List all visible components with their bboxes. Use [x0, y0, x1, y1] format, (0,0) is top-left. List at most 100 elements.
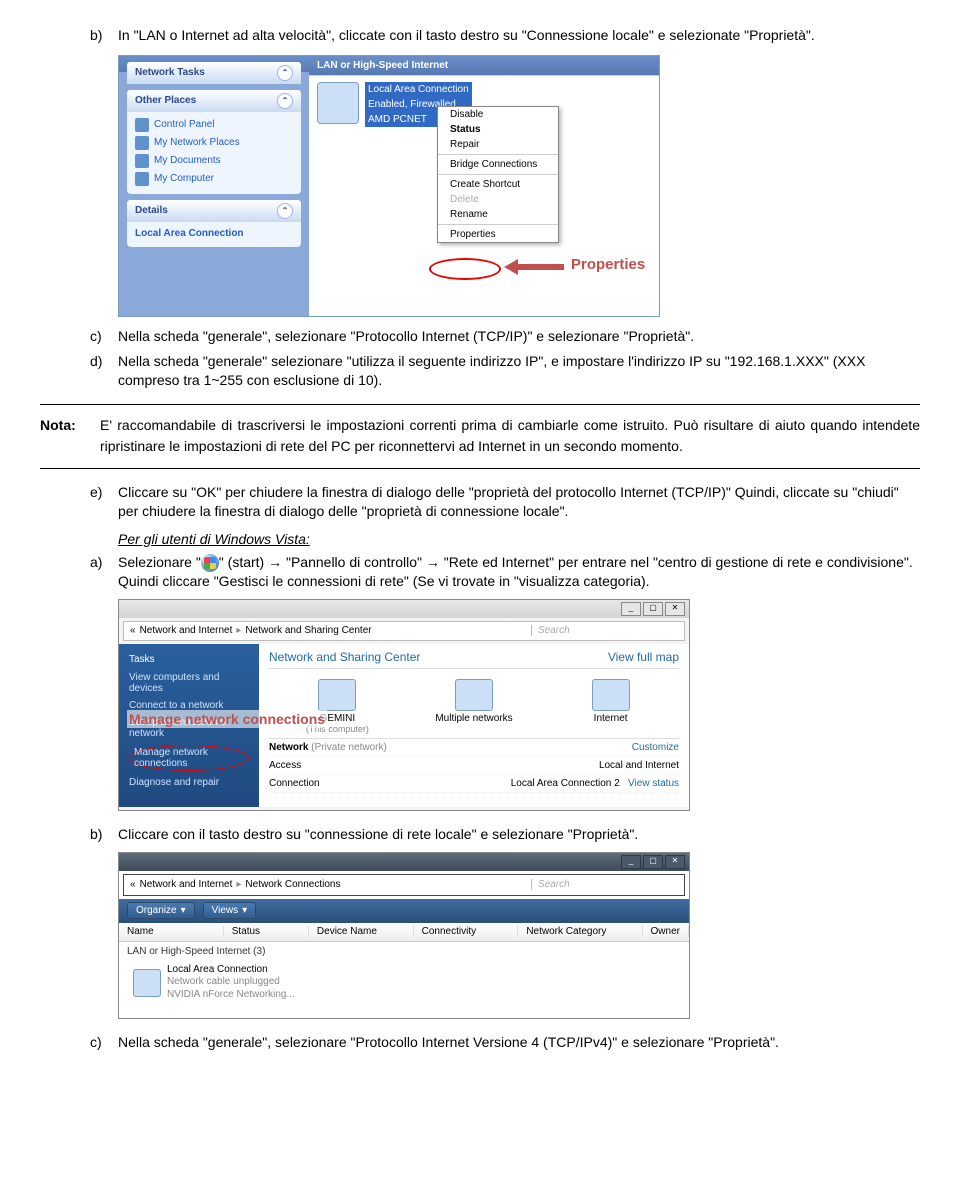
list-item-b: b) In "LAN o Internet ad alta velocità",… — [90, 26, 920, 45]
toolbar: Organize ▾ Views ▾ — [119, 899, 689, 923]
menu-shortcut[interactable]: Create Shortcut — [438, 177, 558, 192]
sidebar-item-my-computer[interactable]: My Computer — [135, 170, 293, 188]
nota-text: E' raccomandabile di trascriversi le imp… — [100, 415, 920, 458]
breadcrumb-item[interactable]: Network Connections — [245, 879, 340, 890]
node-label: Internet — [571, 713, 651, 724]
row-value: Local and Internet — [599, 760, 679, 771]
connection-icon — [133, 969, 161, 997]
maximize-button[interactable]: ▢ — [643, 855, 663, 869]
list-text: Cliccare su "OK" per chiudere la finestr… — [118, 483, 920, 521]
sidebar-item-network-places[interactable]: My Network Places — [135, 134, 293, 152]
breadcrumb-item[interactable]: Network and Internet — [140, 625, 233, 636]
menu-disable[interactable]: Disable — [438, 107, 558, 122]
control-panel-icon — [135, 118, 149, 132]
menu-separator — [438, 154, 558, 155]
minimize-button[interactable]: _ — [621, 602, 641, 616]
customize-link[interactable]: Customize — [632, 742, 679, 753]
menu-properties[interactable]: Properties — [438, 227, 558, 242]
organize-button[interactable]: Organize ▾ — [127, 902, 195, 919]
col-name[interactable]: Name — [119, 926, 224, 937]
list-letter: a) — [90, 553, 118, 591]
col-category[interactable]: Network Category — [518, 926, 642, 937]
panel-network-tasks: Network Tasks ⌃ — [127, 62, 301, 84]
net-node-internet: Internet — [571, 679, 651, 734]
panel-title: Details — [135, 205, 168, 216]
list-letter: d) — [90, 352, 118, 390]
window-titlebar: _ ▢ ✕ — [119, 853, 689, 871]
details-text: Local Area Connection — [135, 226, 293, 241]
col-connectivity[interactable]: Connectivity — [414, 926, 519, 937]
task-manage-connections[interactable]: Manage network connections — [119, 742, 259, 774]
context-menu: Disable Status Repair Bridge Connections… — [437, 106, 559, 243]
task-view-devices[interactable]: View computers and devices — [119, 669, 259, 697]
column-headers: Name Status Device Name Connectivity Net… — [119, 923, 689, 942]
computer-icon — [135, 172, 149, 186]
connection-title: Local Area Connection — [365, 82, 472, 97]
arrow-icon — [504, 260, 564, 274]
panel-other-places: Other Places ⌃ Control Panel My Network … — [127, 90, 301, 194]
row-label: Network — [269, 742, 308, 753]
breadcrumb-item[interactable]: Network and Internet — [140, 879, 233, 890]
documents-icon — [135, 154, 149, 168]
node-label: Multiple networks — [434, 713, 514, 724]
menu-separator — [438, 224, 558, 225]
highlight-circle: Manage network connections — [129, 745, 249, 771]
views-button[interactable]: Views ▾ — [203, 902, 257, 919]
row-value: Local Area Connection 2 — [511, 778, 620, 789]
chevron-icon[interactable]: ⌃ — [277, 203, 293, 219]
maximize-button[interactable]: ▢ — [643, 602, 663, 616]
sidebar-item-my-documents[interactable]: My Documents — [135, 152, 293, 170]
menu-bridge[interactable]: Bridge Connections — [438, 157, 558, 172]
vista-heading: Per gli utenti di Windows Vista: — [118, 531, 920, 547]
menu-repair[interactable]: Repair — [438, 137, 558, 152]
row-label: Connection — [269, 778, 320, 789]
search-input[interactable]: Search — [531, 879, 684, 890]
item-status: Network cable unplugged — [167, 976, 295, 989]
menu-separator — [438, 174, 558, 175]
search-input[interactable]: Search — [531, 625, 684, 636]
list-letter: b) — [90, 26, 118, 45]
item-title: Local Area Connection — [167, 964, 295, 977]
list-item-c: c) Nella scheda "generale", selezionare … — [90, 327, 920, 346]
back-button[interactable]: « — [130, 625, 136, 636]
view-status-link[interactable]: View status — [628, 778, 679, 789]
col-owner[interactable]: Owner — [643, 926, 689, 937]
close-button[interactable]: ✕ — [665, 855, 685, 869]
screenshot-vista-sharing: _ ▢ ✕ « Network and Internet ▸ Network a… — [118, 599, 690, 811]
network-icon — [455, 679, 493, 711]
list-item-b2: b) Cliccare con il tasto destro su "conn… — [90, 825, 920, 844]
breadcrumb-item[interactable]: Network and Sharing Center — [245, 625, 371, 636]
highlight-circle — [429, 258, 501, 280]
nota-block: Nota: E' raccomandabile di trascriversi … — [40, 404, 920, 469]
tasks-heading: Tasks — [119, 650, 259, 669]
menu-rename[interactable]: Rename — [438, 207, 558, 222]
back-button[interactable]: « — [130, 879, 136, 890]
sidebar-item-control-panel[interactable]: Control Panel — [135, 116, 293, 134]
window-titlebar: _ ▢ ✕ — [119, 600, 689, 618]
windows-start-icon — [201, 554, 219, 572]
list-letter: c) — [90, 327, 118, 346]
row-label: Access — [269, 760, 301, 771]
category-header: LAN or High-Speed Internet (3) — [119, 942, 689, 961]
chevron-icon[interactable]: ⌃ — [277, 93, 293, 109]
panel-title: Other Places — [135, 95, 196, 106]
list-item-e: e) Cliccare su "OK" per chiudere la fine… — [90, 483, 920, 521]
minimize-button[interactable]: _ — [621, 855, 641, 869]
col-device[interactable]: Device Name — [309, 926, 414, 937]
connection-item[interactable]: Local Area Connection Network cable unpl… — [119, 961, 689, 1005]
view-full-map-link[interactable]: View full map — [608, 650, 679, 664]
list-text: Selezionare "" (start) → "Pannello di co… — [118, 553, 920, 591]
chevron-right-icon: ▸ — [236, 879, 241, 890]
menu-status[interactable]: Status — [438, 122, 558, 137]
close-button[interactable]: ✕ — [665, 602, 685, 616]
screenshot-vista-connections: _ ▢ ✕ « Network and Internet ▸ Network C… — [118, 852, 690, 1019]
computer-icon — [318, 679, 356, 711]
task-diagnose[interactable]: Diagnose and repair — [119, 774, 259, 791]
chevron-icon[interactable]: ⌃ — [277, 65, 293, 81]
list-item-d: d) Nella scheda "generale" selezionare "… — [90, 352, 920, 390]
panel-title: Network Tasks — [135, 67, 205, 78]
col-status[interactable]: Status — [224, 926, 309, 937]
menu-delete: Delete — [438, 192, 558, 207]
item-device: NVIDIA nForce Networking... — [167, 989, 295, 1002]
xp-sidebar: Network Tasks ⌃ Other Places ⌃ Control P… — [119, 56, 309, 316]
